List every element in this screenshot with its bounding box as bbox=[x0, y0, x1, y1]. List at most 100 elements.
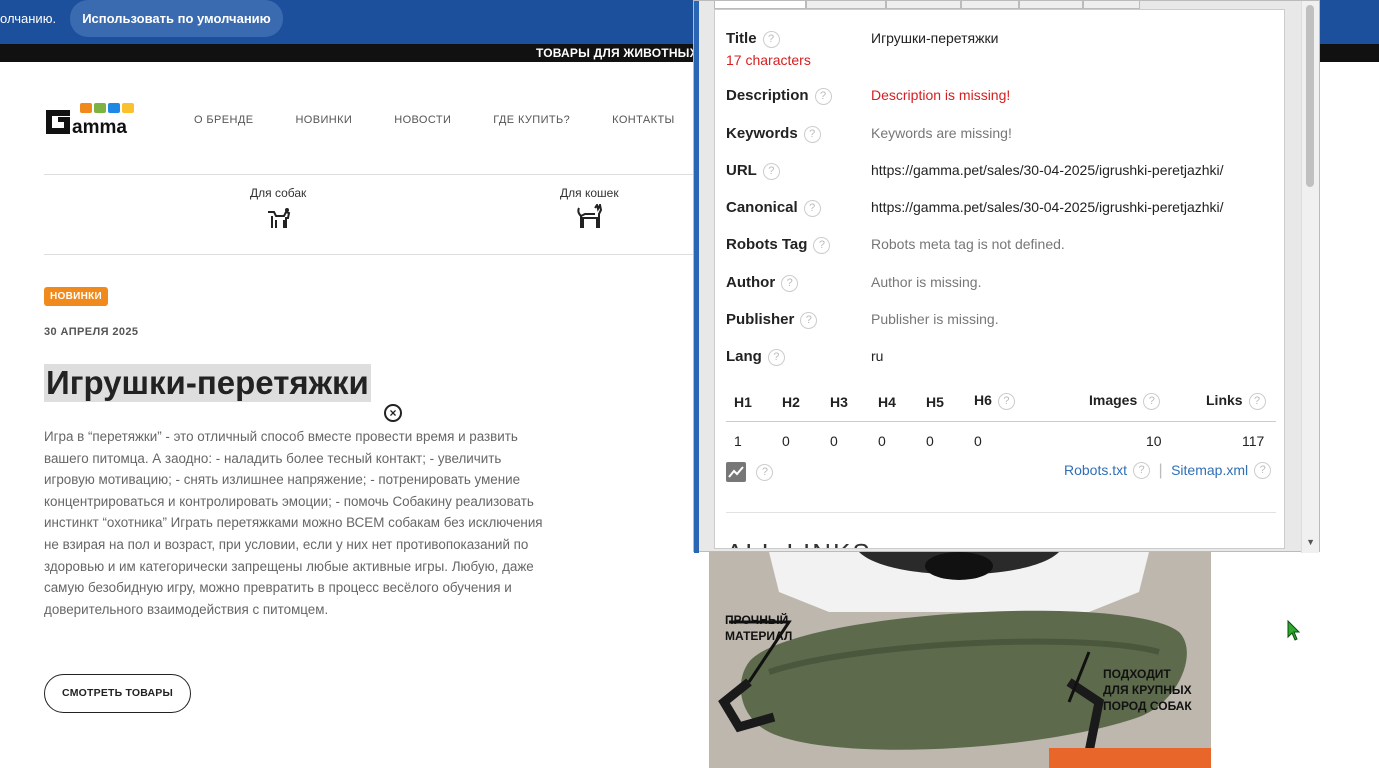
panel-scrollbar[interactable]: ▼ bbox=[1301, 1, 1319, 553]
header-divider bbox=[44, 174, 704, 175]
help-icon[interactable]: ? bbox=[767, 348, 785, 366]
robots-tag-label: Robots Tag? bbox=[726, 236, 831, 254]
news-badge[interactable]: НОВИНКИ bbox=[44, 287, 109, 306]
canonical-label: Canonical? bbox=[726, 199, 821, 217]
help-icon[interactable]: ? bbox=[756, 464, 774, 481]
canonical-value[interactable]: https://gamma.pet/sales/30-04-2025/igrus… bbox=[871, 199, 1224, 215]
images-count: 10 bbox=[1146, 433, 1162, 449]
help-icon[interactable]: ? bbox=[1133, 462, 1151, 480]
author-value: Author is missing. bbox=[871, 274, 982, 290]
nav-new[interactable]: НОВИНКИ bbox=[295, 114, 352, 126]
close-icon[interactable]: × bbox=[384, 404, 402, 422]
tab-social[interactable] bbox=[1019, 1, 1083, 9]
h3-header: H3 bbox=[830, 394, 848, 410]
scroll-down-icon[interactable]: ▼ bbox=[1306, 537, 1315, 547]
article-date: 30 АПРЕЛЯ 2025 bbox=[44, 326, 139, 338]
nav-contacts[interactable]: КОНТАКТЫ bbox=[612, 114, 675, 126]
category-cats[interactable]: Для кошек bbox=[560, 186, 619, 230]
gamma-logo[interactable]: amma bbox=[44, 102, 140, 138]
url-label: URL? bbox=[726, 162, 780, 180]
tab-headers[interactable] bbox=[806, 1, 886, 9]
nav-about[interactable]: О БРЕНДЕ bbox=[194, 114, 253, 126]
keywords-label-text: Keywords bbox=[726, 125, 798, 142]
mouse-cursor-icon bbox=[1287, 620, 1301, 641]
category-dogs[interactable]: Для собак bbox=[250, 186, 306, 230]
help-icon[interactable]: ? bbox=[814, 87, 832, 105]
tab-links[interactable] bbox=[961, 1, 1019, 9]
gamma-logo-graphic: amma bbox=[46, 103, 134, 138]
description-value: Description is missing! bbox=[871, 87, 1011, 103]
links-count: 117 bbox=[1242, 433, 1265, 449]
description-label: Description? bbox=[726, 87, 832, 105]
headings-header-row: H1 H2 H3 H4 H5 H6? Images? Links? bbox=[726, 392, 1276, 422]
lang-label: Lang? bbox=[726, 348, 785, 366]
author-label-text: Author bbox=[726, 274, 776, 291]
cat-icon bbox=[577, 204, 603, 228]
durable-material-text: ПРОЧНЫЙ МАТЕРИАЛ bbox=[725, 613, 793, 643]
logo-wordmark: amma bbox=[72, 117, 127, 136]
category-dogs-label: Для собак bbox=[250, 186, 307, 200]
help-icon[interactable]: ? bbox=[1143, 392, 1161, 410]
product-photo bbox=[709, 552, 1211, 768]
large-breeds-label: ПОДХОДИТ ДЛЯ КРУПНЫХ ПОРОД СОБАК bbox=[1103, 666, 1192, 714]
help-icon[interactable]: ? bbox=[1254, 462, 1272, 480]
panel-content: Title? Игрушки-перетяжки 17 characters D… bbox=[714, 9, 1285, 549]
help-icon[interactable]: ? bbox=[997, 392, 1015, 410]
nav-news[interactable]: НОВОСТИ bbox=[394, 114, 451, 126]
help-icon[interactable]: ? bbox=[762, 162, 780, 180]
section-divider bbox=[726, 512, 1276, 513]
publisher-label-text: Publisher bbox=[726, 311, 795, 328]
description-label-text: Description bbox=[726, 87, 809, 104]
keywords-value: Keywords are missing! bbox=[871, 125, 1012, 141]
author-label: Author? bbox=[726, 274, 799, 292]
h1-header: H1 bbox=[734, 394, 752, 410]
chart-toggle[interactable]: ? bbox=[726, 462, 774, 487]
lang-label-text: Lang bbox=[726, 348, 762, 365]
help-icon[interactable]: ? bbox=[803, 199, 821, 217]
links-header: Links? bbox=[1206, 392, 1266, 410]
help-icon[interactable]: ? bbox=[813, 236, 831, 254]
robots-txt-link[interactable]: Robots.txt bbox=[1064, 462, 1127, 478]
cookie-text: олчанию. bbox=[0, 11, 57, 26]
images-header: Images? bbox=[1089, 392, 1161, 410]
sitemap-xml-link[interactable]: Sitemap.xml bbox=[1171, 462, 1248, 478]
keywords-label: Keywords? bbox=[726, 125, 821, 143]
robots-tag-value: Robots meta tag is not defined. bbox=[871, 236, 1065, 252]
h6-header: H6? bbox=[974, 392, 1015, 410]
panel-tabs bbox=[714, 1, 1174, 9]
durable-material-label: ПРОЧНЫЙ МАТЕРИАЛ bbox=[725, 612, 792, 644]
h5-count: 0 bbox=[926, 433, 934, 449]
help-icon[interactable]: ? bbox=[800, 311, 818, 329]
url-label-text: URL bbox=[726, 162, 757, 179]
nav-where-to-buy[interactable]: ГДЕ КУПИТЬ? bbox=[493, 114, 570, 126]
title-label: Title? bbox=[726, 30, 780, 48]
publisher-value: Publisher is missing. bbox=[871, 311, 999, 327]
dog-icon bbox=[268, 208, 291, 228]
robots-sitemap-links: Robots.txt? | Sitemap.xml? bbox=[1064, 462, 1272, 480]
robots-tag-label-text: Robots Tag bbox=[726, 236, 808, 253]
main-nav: О БРЕНДЕ НОВИНКИ НОВОСТИ ГДЕ КУПИТЬ? КОН… bbox=[194, 114, 717, 126]
pet-goods-label: ТОВАРЫ ДЛЯ ЖИВОТНЫХ bbox=[536, 46, 698, 60]
help-icon[interactable]: ? bbox=[781, 274, 799, 292]
tab-tools[interactable] bbox=[1083, 1, 1140, 9]
h4-count: 0 bbox=[878, 433, 886, 449]
help-icon[interactable]: ? bbox=[762, 30, 780, 48]
url-value[interactable]: https://gamma.pet/sales/30-04-2025/igrus… bbox=[871, 162, 1224, 178]
tab-images[interactable] bbox=[886, 1, 961, 9]
panel-edge bbox=[694, 1, 699, 553]
article-title: Игрушки-перетяжки bbox=[44, 364, 371, 402]
canonical-label-text: Canonical bbox=[726, 199, 798, 216]
help-icon[interactable]: ? bbox=[803, 125, 821, 143]
tab-summary[interactable] bbox=[714, 1, 806, 9]
publisher-label: Publisher? bbox=[726, 311, 818, 329]
category-cats-label: Для кошек bbox=[560, 186, 619, 200]
help-icon[interactable]: ? bbox=[1248, 392, 1266, 410]
h1-count: 1 bbox=[734, 433, 742, 449]
h4-header: H4 bbox=[878, 394, 896, 410]
use-default-button[interactable]: Использовать по умолчанию bbox=[70, 0, 283, 37]
scrollbar-thumb[interactable] bbox=[1306, 5, 1314, 187]
h2-count: 0 bbox=[782, 433, 790, 449]
view-products-button[interactable]: СМОТРЕТЬ ТОВАРЫ bbox=[44, 674, 191, 713]
lang-value: ru bbox=[871, 348, 884, 364]
category-divider bbox=[44, 254, 704, 255]
